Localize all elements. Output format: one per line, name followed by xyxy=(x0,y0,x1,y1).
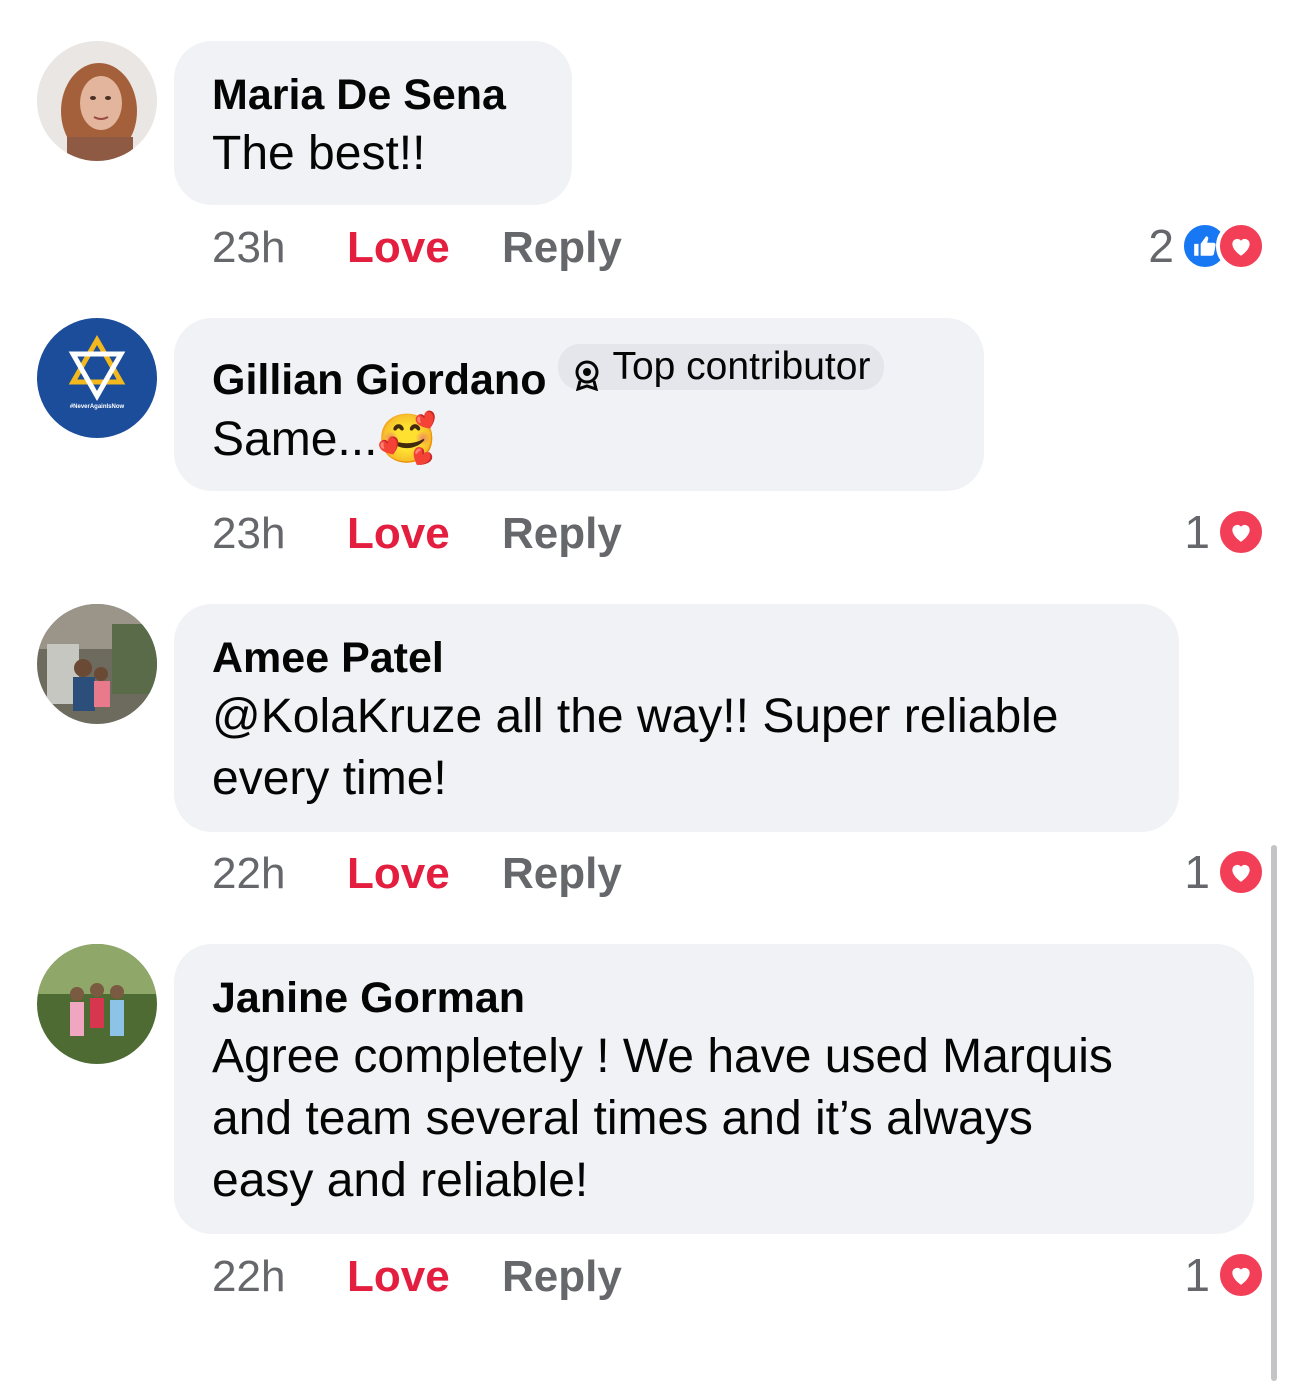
comment-author[interactable]: Janine Gorman xyxy=(212,970,1216,1026)
reaction-summary[interactable]: 1 xyxy=(1184,844,1266,900)
comment-author[interactable]: Maria De Sena xyxy=(212,67,534,123)
avatar[interactable] xyxy=(37,944,157,1064)
scrollbar[interactable] xyxy=(1271,845,1277,1381)
love-button[interactable]: Love xyxy=(347,849,502,899)
comment-actions: 23h Love Reply xyxy=(212,220,622,276)
love-button[interactable]: Love xyxy=(347,1252,502,1302)
avatar[interactable] xyxy=(37,604,157,724)
badge-icon xyxy=(572,351,602,392)
comment-text-row: Same...🥰 xyxy=(212,408,946,471)
comment-timestamp[interactable]: 23h xyxy=(212,223,347,273)
reaction-summary[interactable]: 2 xyxy=(1148,218,1266,274)
comment-timestamp[interactable]: 22h xyxy=(212,1252,347,1302)
reaction-count: 1 xyxy=(1184,846,1210,898)
reaction-summary[interactable]: 1 xyxy=(1184,504,1266,560)
comment-text-line-2: every time! xyxy=(212,752,447,805)
avatar-caption: #NeverAgainIsNow xyxy=(69,404,125,410)
reaction-summary[interactable]: 1 xyxy=(1184,1247,1266,1303)
reply-button[interactable]: Reply xyxy=(502,223,622,273)
smiling-face-hearts-emoji: 🥰 xyxy=(377,411,438,467)
heart-icon xyxy=(1216,1250,1266,1300)
heart-icon xyxy=(1216,847,1266,897)
comment-bubble: Janine Gorman Agree completely ! We have… xyxy=(174,944,1254,1234)
comment-text-line-3: easy and reliable! xyxy=(212,1154,589,1207)
reaction-count: 2 xyxy=(1148,220,1174,272)
love-button[interactable]: Love xyxy=(347,509,502,559)
comment-timestamp[interactable]: 23h xyxy=(212,509,347,559)
comment-text: The best!! xyxy=(212,127,426,180)
avatar[interactable] xyxy=(37,41,157,161)
comment-bubble: Maria De Sena The best!! xyxy=(174,41,572,205)
mention-link[interactable]: @KolaKruze all the way!! Super reliable xyxy=(212,690,1059,743)
comment-author[interactable]: Amee Patel xyxy=(212,630,1141,686)
love-button[interactable]: Love xyxy=(347,223,502,273)
comment-text-line-1: Agree completely ! We have used Marquis xyxy=(212,1030,1113,1083)
comment-author[interactable]: Gillian Giordano xyxy=(212,356,546,404)
comment-actions: 22h Love Reply xyxy=(212,1249,622,1305)
comment-bubble: Amee Patel @KolaKruze all the way!! Supe… xyxy=(174,604,1179,832)
comment-bubble: Gillian Giordano Top contributor Same...🥰 xyxy=(174,318,984,491)
heart-icon xyxy=(1216,221,1266,271)
badge-label: Top contributor xyxy=(612,345,871,388)
reply-button[interactable]: Reply xyxy=(502,509,622,559)
reaction-count: 1 xyxy=(1184,1249,1210,1301)
comment-text-line-2: and team several times and it’s always xyxy=(212,1092,1033,1145)
comment-text: Same... xyxy=(212,413,378,466)
reaction-count: 1 xyxy=(1184,506,1210,558)
comment-actions: 22h Love Reply xyxy=(212,846,622,902)
avatar[interactable]: #NeverAgainIsNow xyxy=(37,318,157,438)
heart-icon xyxy=(1216,507,1266,557)
comment-text-line-1: @KolaKruze all the way!! Super reliable xyxy=(212,686,1141,748)
comment-timestamp[interactable]: 22h xyxy=(212,849,347,899)
comment-actions: 23h Love Reply xyxy=(212,506,622,562)
comment-author-row: Gillian Giordano Top contributor xyxy=(212,344,946,408)
top-contributor-badge[interactable]: Top contributor xyxy=(558,344,885,392)
reply-button[interactable]: Reply xyxy=(502,1252,622,1302)
reply-button[interactable]: Reply xyxy=(502,849,622,899)
